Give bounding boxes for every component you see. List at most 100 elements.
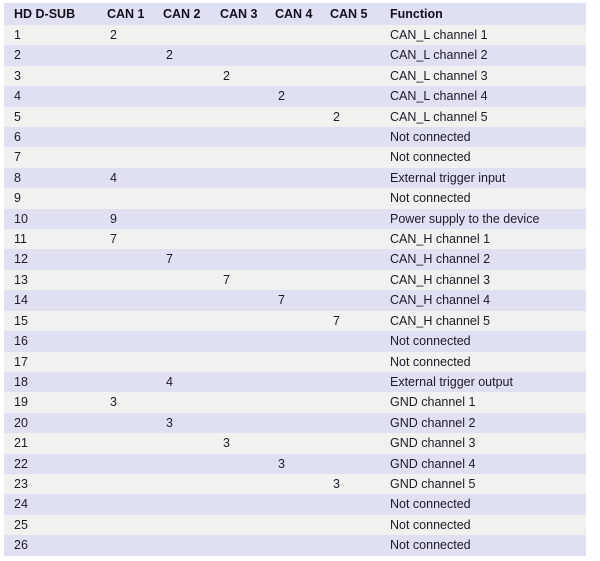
cell-can4 (266, 127, 322, 148)
cell-can4 (266, 473, 322, 495)
cell-can3 (211, 147, 266, 168)
cell-can5 (322, 514, 380, 536)
table-row: 11 7 CAN_H channel 1 (4, 229, 586, 250)
cell-can2 (153, 208, 211, 230)
cell-can5 (322, 249, 380, 270)
cell-can1 (96, 412, 153, 434)
cell-pin: 7 (4, 147, 96, 168)
cell-function: Not connected (380, 514, 586, 536)
table-row: 21 3 GND channel 3 (4, 433, 586, 454)
cell-pin: 3 (4, 65, 96, 87)
cell-pin: 24 (4, 494, 96, 515)
cell-can4 (266, 269, 322, 291)
cell-can5 (322, 371, 380, 393)
cell-pin: 10 (4, 208, 96, 230)
table-row: 22 3 GND channel 4 (4, 453, 586, 474)
table-row: 13 7 CAN_H channel 3 (4, 269, 586, 291)
cell-can4 (266, 229, 322, 250)
cell-pin: 9 (4, 188, 96, 209)
cell-function: CAN_L channel 3 (380, 65, 586, 87)
cell-can3 (211, 494, 266, 515)
table-row: 8 4 External trigger input (4, 167, 586, 189)
cell-can1 (96, 127, 153, 148)
cell-can5 (322, 269, 380, 291)
cell-can5: 7 (322, 310, 380, 332)
cell-pin: 1 (4, 25, 96, 46)
cell-can3 (211, 229, 266, 250)
table-row: 20 3 GND channel 2 (4, 412, 586, 434)
cell-can4 (266, 25, 322, 46)
cell-can2 (153, 167, 211, 189)
cell-function: Not connected (380, 535, 586, 556)
cell-pin: 16 (4, 331, 96, 352)
cell-can1: 4 (96, 167, 153, 189)
cell-can1 (96, 351, 153, 372)
cell-pin: 4 (4, 86, 96, 107)
cell-can4 (266, 167, 322, 189)
cell-pin: 11 (4, 229, 96, 250)
cell-can4 (266, 412, 322, 434)
column-header-can4: CAN 4 (266, 3, 322, 25)
cell-can2 (153, 514, 211, 536)
cell-can5 (322, 147, 380, 168)
cell-can1 (96, 310, 153, 332)
table-row: 25 Not connected (4, 514, 586, 536)
cell-pin: 5 (4, 106, 96, 128)
cell-can5 (322, 65, 380, 87)
cell-can1 (96, 494, 153, 515)
cell-can3 (211, 86, 266, 107)
table-row: 23 3 GND channel 5 (4, 473, 586, 495)
table-row: 16 Not connected (4, 331, 586, 352)
cell-can3 (211, 25, 266, 46)
cell-can3: 2 (211, 65, 266, 87)
cell-can1 (96, 147, 153, 168)
cell-function: Not connected (380, 127, 586, 148)
cell-function: CAN_H channel 3 (380, 269, 586, 291)
cell-can2 (153, 331, 211, 352)
cell-function: Not connected (380, 147, 586, 168)
cell-function: CAN_H channel 4 (380, 290, 586, 311)
pinout-table-container: HD D-SUB CAN 1 CAN 2 CAN 3 CAN 4 CAN 5 Functio… (4, 3, 586, 556)
cell-can5 (322, 167, 380, 189)
cell-can4 (266, 310, 322, 332)
table-row: 2 2 CAN_L channel 2 (4, 45, 586, 66)
column-header-can2: CAN 2 (153, 3, 211, 25)
cell-can3 (211, 331, 266, 352)
cell-can5 (322, 290, 380, 311)
cell-can1: 9 (96, 208, 153, 230)
cell-can3 (211, 535, 266, 556)
table-row: 6 Not connected (4, 127, 586, 148)
cell-can2 (153, 310, 211, 332)
cell-can5 (322, 25, 380, 46)
hd-dsub-pinout-table: HD D-SUB CAN 1 CAN 2 CAN 3 CAN 4 CAN 5 Functio… (4, 3, 586, 556)
cell-pin: 26 (4, 535, 96, 556)
cell-can4 (266, 45, 322, 66)
cell-can4: 7 (266, 290, 322, 311)
cell-pin: 14 (4, 290, 96, 311)
cell-can5: 2 (322, 106, 380, 128)
cell-can3 (211, 290, 266, 311)
cell-can4 (266, 392, 322, 413)
cell-can2 (153, 229, 211, 250)
cell-function: Not connected (380, 331, 586, 352)
cell-can3 (211, 127, 266, 148)
cell-can2 (153, 392, 211, 413)
table-row: 17 Not connected (4, 351, 586, 372)
cell-function: GND channel 4 (380, 453, 586, 474)
cell-can2 (153, 433, 211, 454)
cell-pin: 21 (4, 433, 96, 454)
cell-can2 (153, 86, 211, 107)
table-row: 9 Not connected (4, 188, 586, 209)
cell-pin: 19 (4, 392, 96, 413)
cell-pin: 22 (4, 453, 96, 474)
table-row: 18 4 External trigger output (4, 371, 586, 393)
cell-can1 (96, 269, 153, 291)
cell-can3 (211, 453, 266, 474)
table-row: 24 Not connected (4, 494, 586, 515)
cell-can3 (211, 45, 266, 66)
cell-can3 (211, 351, 266, 372)
cell-pin: 6 (4, 127, 96, 148)
table-row: 26 Not connected (4, 535, 586, 556)
cell-pin: 23 (4, 473, 96, 495)
table-row: 4 2 CAN_L channel 4 (4, 86, 586, 107)
